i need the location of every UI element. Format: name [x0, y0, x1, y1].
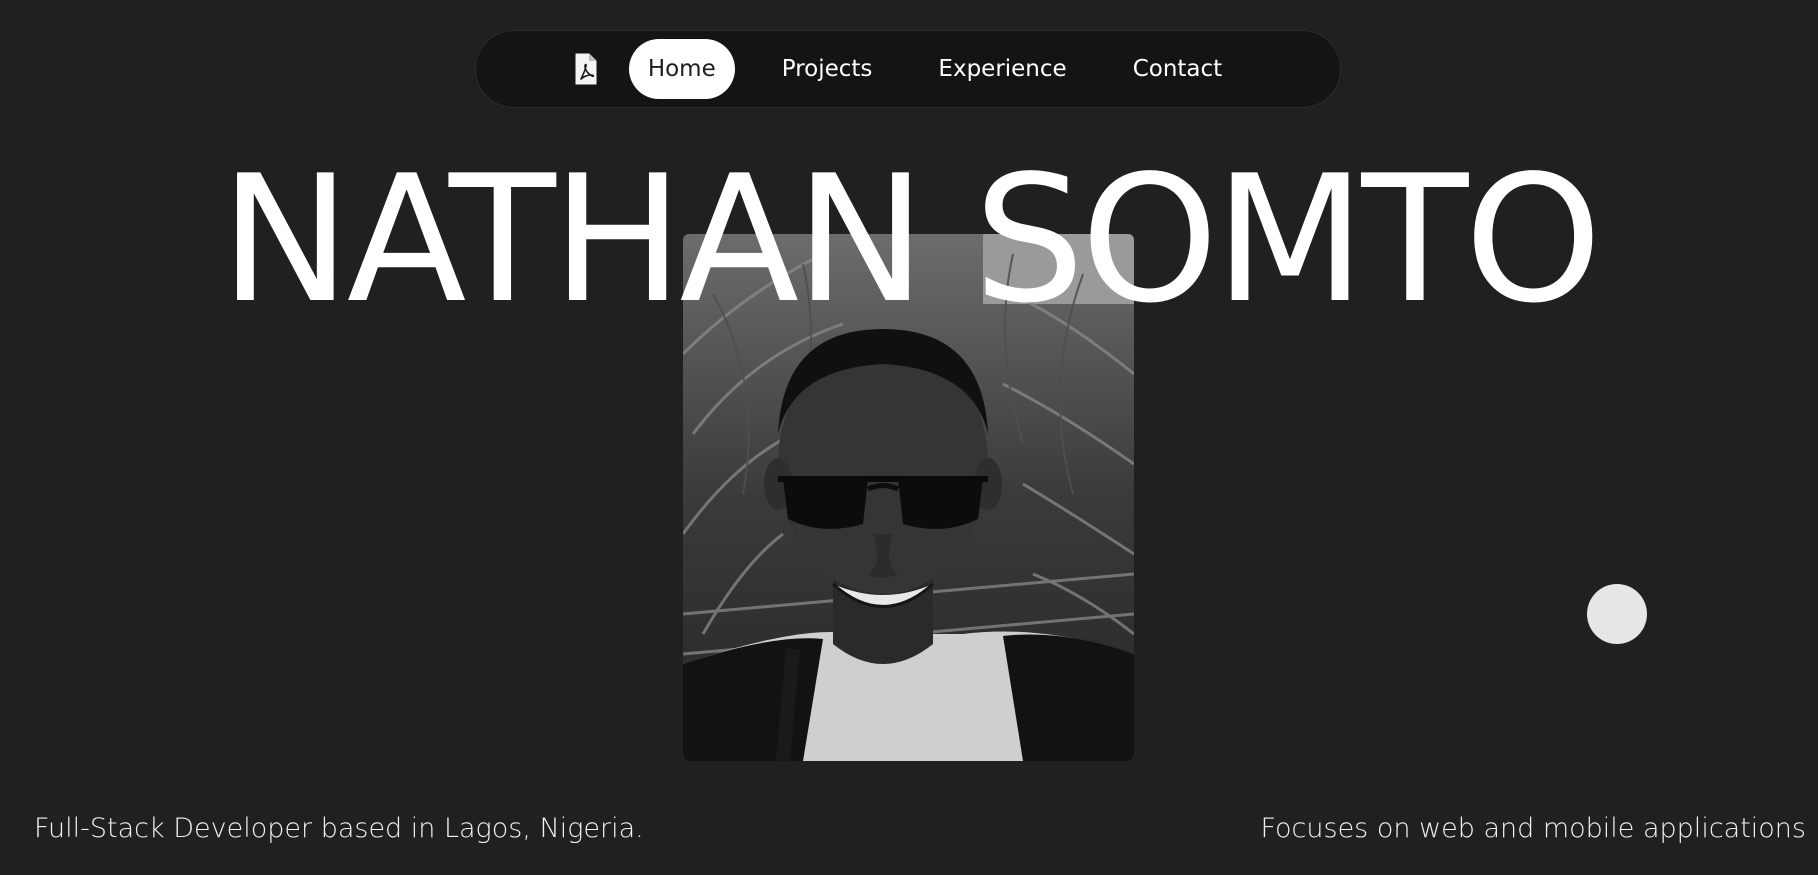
- tagline-focus: Focuses on web and mobile applications: [1260, 813, 1806, 844]
- cursor-dot: [1587, 584, 1647, 644]
- nav-link-experience[interactable]: Experience: [919, 39, 1085, 99]
- nav-link-projects[interactable]: Projects: [763, 39, 892, 99]
- resume-pdf-button[interactable]: [561, 44, 611, 94]
- nav-link-contact[interactable]: Contact: [1114, 39, 1241, 99]
- hero-name: NATHAN SOMTO: [219, 139, 1602, 342]
- page: Home Projects Experience Contact NATHAN …: [0, 0, 1818, 875]
- main-nav: Home Projects Experience Contact: [475, 30, 1341, 108]
- tagline-role: Full-Stack Developer based in Lagos, Nig…: [34, 813, 644, 844]
- nav-link-home[interactable]: Home: [628, 39, 735, 99]
- pdf-file-icon: [575, 53, 597, 85]
